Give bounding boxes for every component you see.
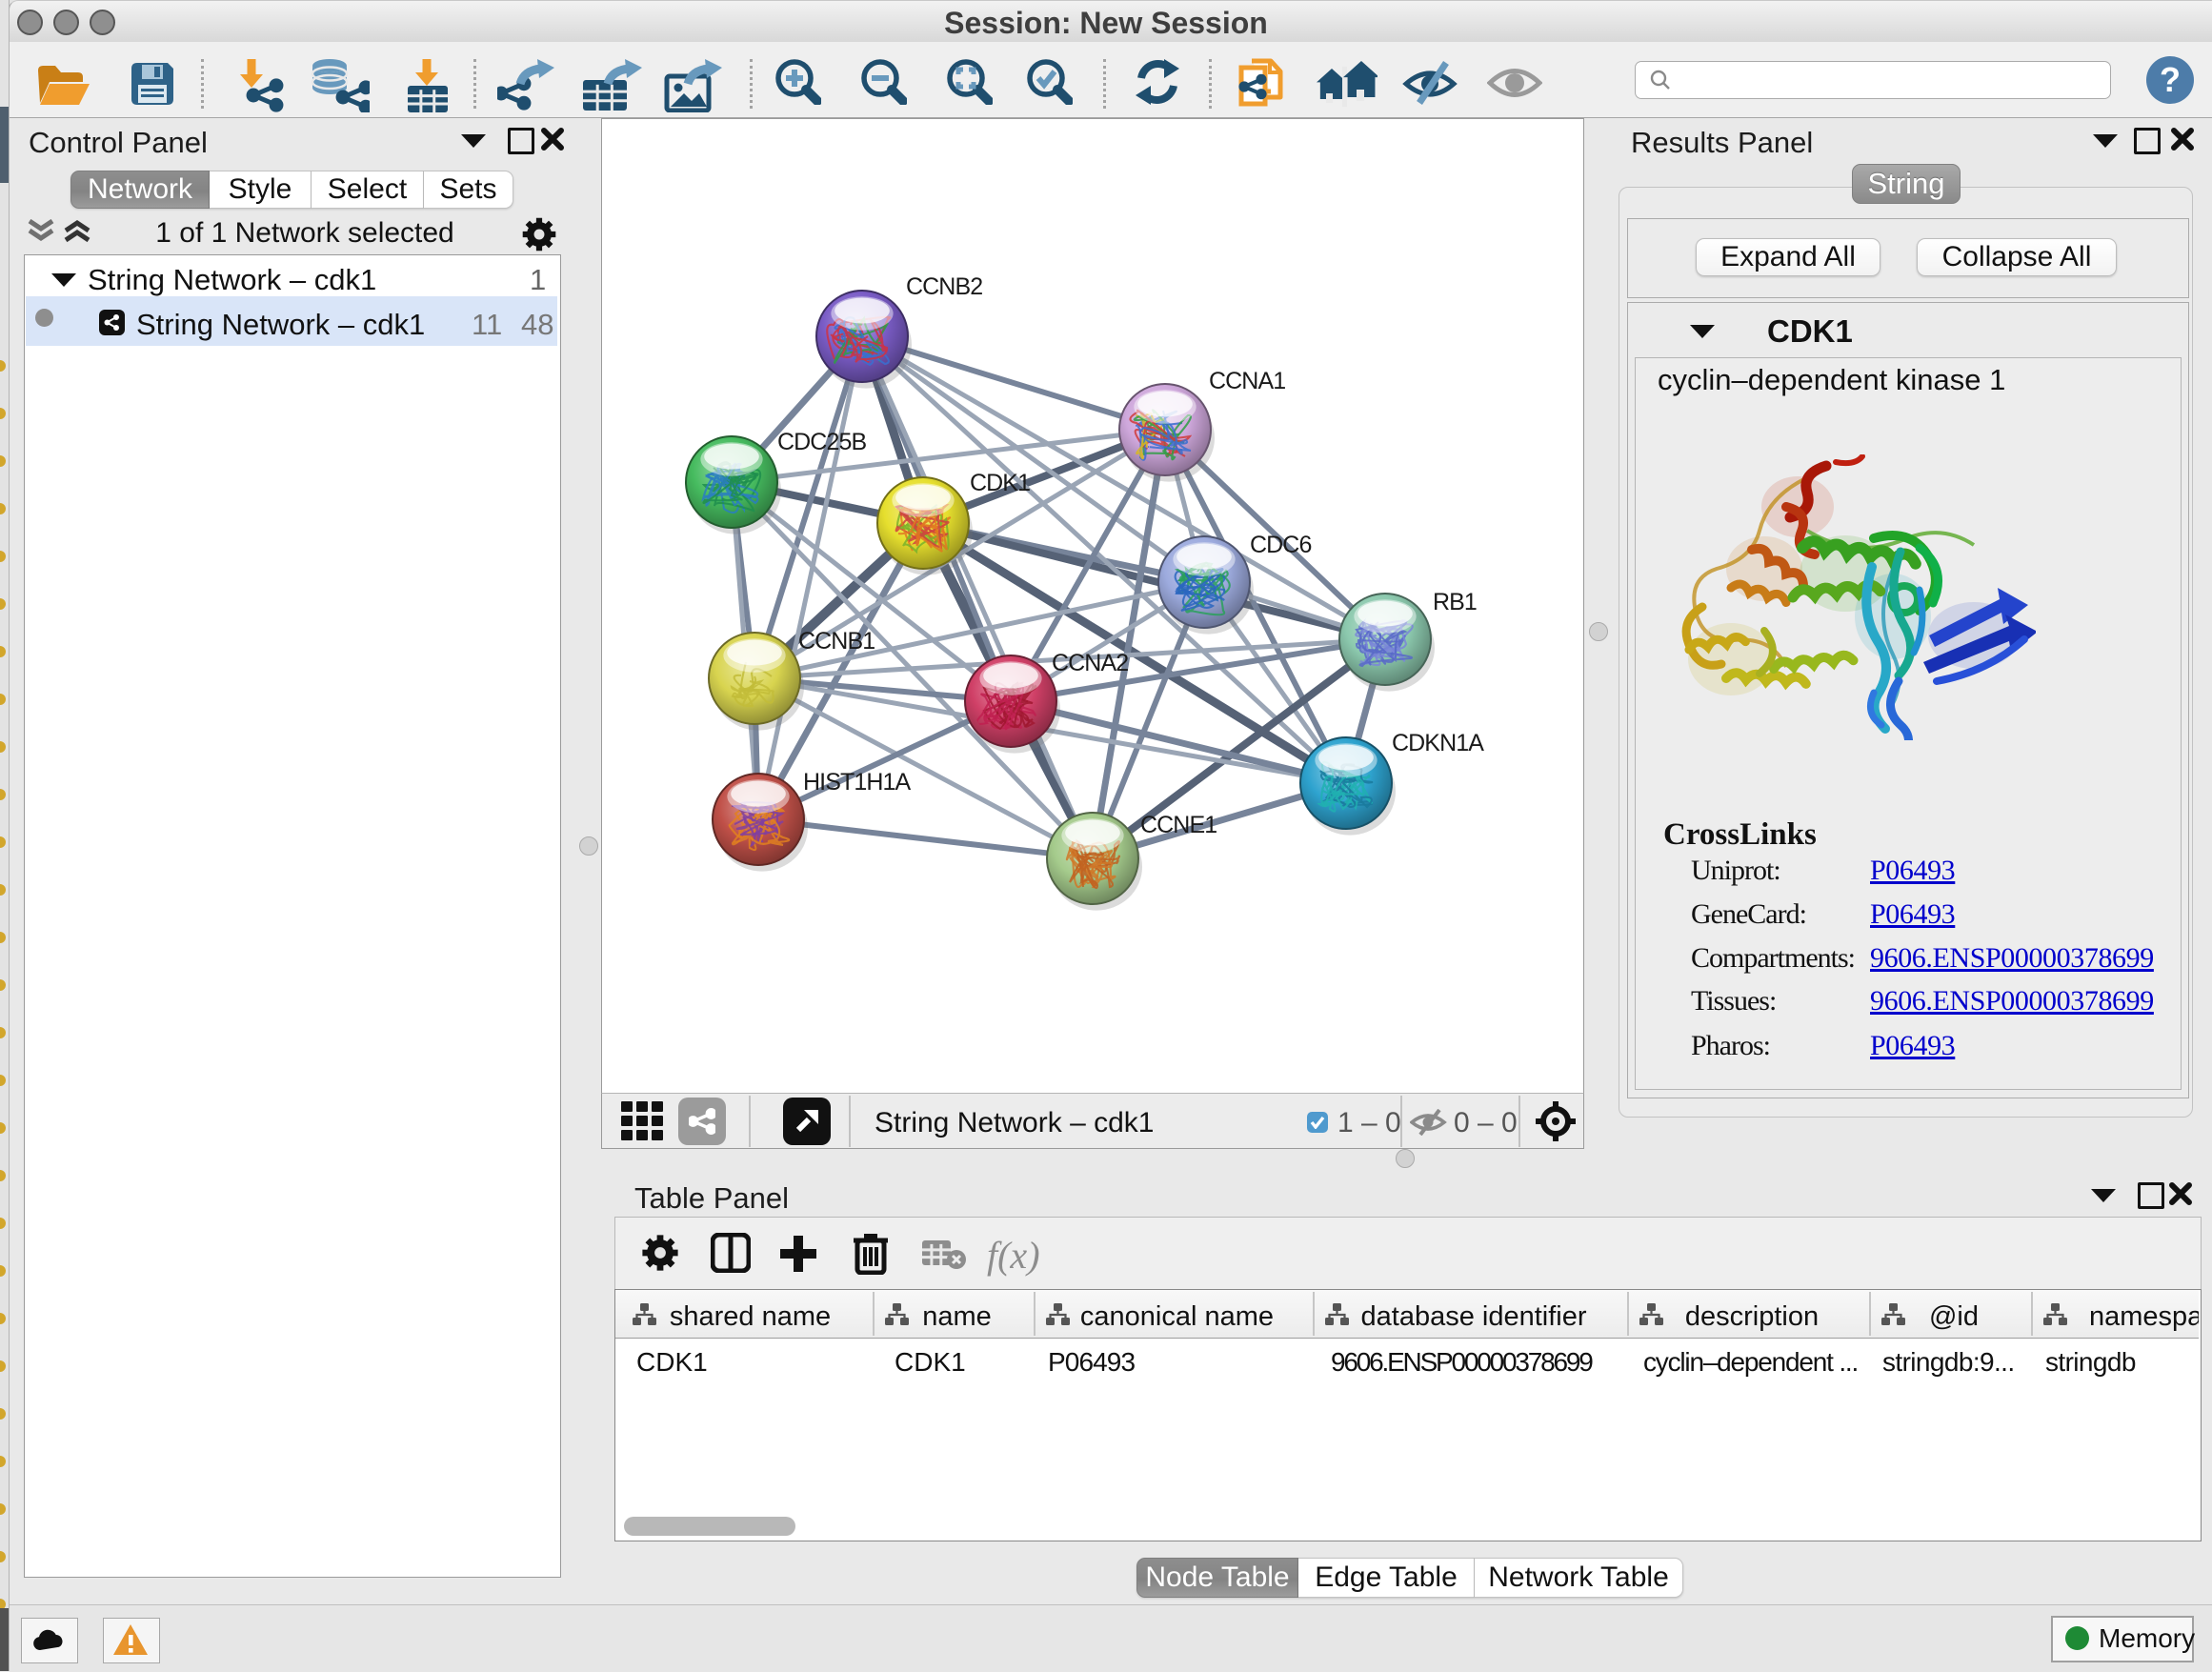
svg-text:CDK1: CDK1 bbox=[970, 470, 1030, 496]
svg-text:CCNA1: CCNA1 bbox=[1209, 368, 1285, 394]
svg-text:CCNE1: CCNE1 bbox=[1140, 812, 1217, 838]
svg-text:CCNA2: CCNA2 bbox=[1052, 650, 1128, 676]
svg-text:CCNB1: CCNB1 bbox=[798, 628, 875, 655]
svg-text:CDC25B: CDC25B bbox=[777, 429, 866, 455]
svg-text:HIST1H1A: HIST1H1A bbox=[803, 769, 912, 796]
svg-text:CDKN1A: CDKN1A bbox=[1392, 730, 1484, 756]
svg-text:RB1: RB1 bbox=[1433, 589, 1477, 615]
svg-text:CCNB2: CCNB2 bbox=[906, 273, 982, 300]
svg-text:CDC6: CDC6 bbox=[1250, 532, 1311, 558]
